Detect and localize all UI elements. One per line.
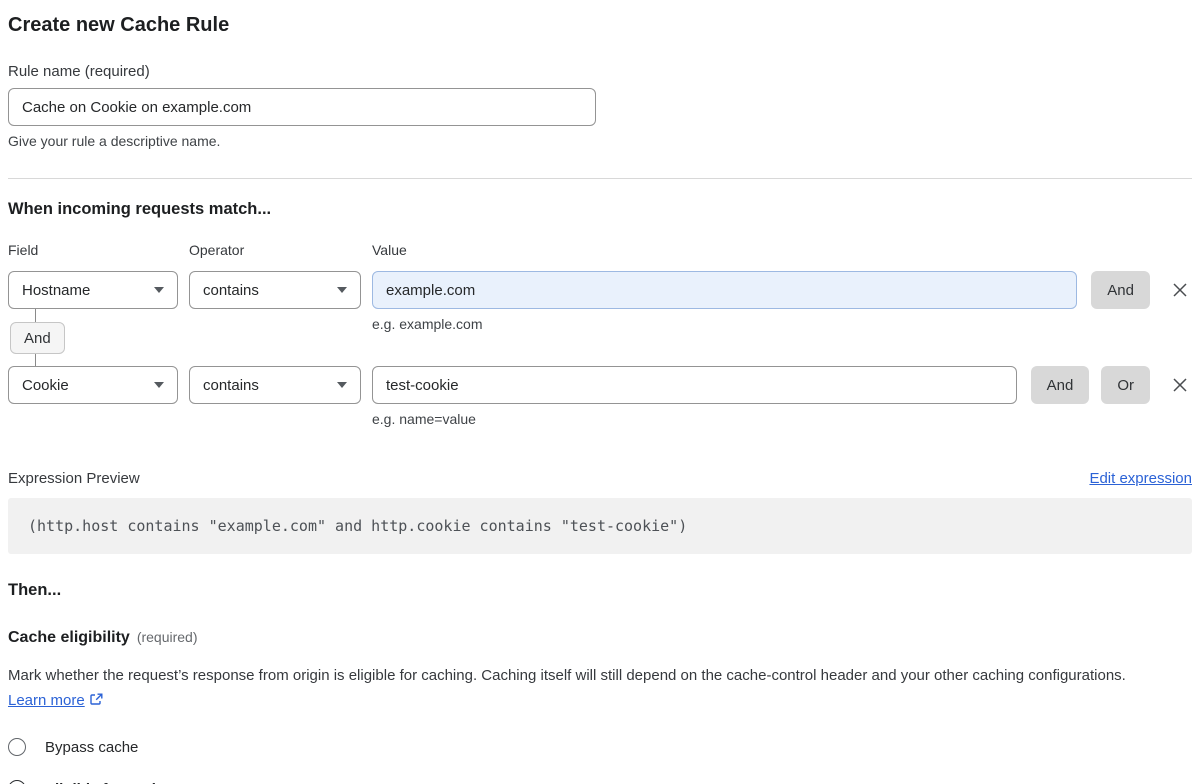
cache-eligibility-description: Mark whether the request’s response from… xyxy=(8,663,1168,713)
add-and-button-1[interactable]: And xyxy=(1091,271,1150,309)
remove-row-2-button[interactable] xyxy=(1168,373,1192,397)
external-link-icon[interactable] xyxy=(89,692,104,707)
add-and-button-2[interactable]: And xyxy=(1031,366,1090,404)
description-text: Mark whether the request’s response from… xyxy=(8,667,1126,684)
expression-preview-label: Expression Preview xyxy=(8,470,140,487)
cache-eligibility-heading: Cache eligibility (required) xyxy=(8,629,1192,647)
connector-line xyxy=(35,354,36,366)
radio-label: Eligible for cache xyxy=(45,781,169,784)
expression-preview-header: Expression Preview Edit expression xyxy=(8,470,1192,487)
required-note: (required) xyxy=(137,629,198,645)
chevron-down-icon xyxy=(154,287,164,293)
operator-select-2-value: contains xyxy=(203,377,259,394)
operator-column-label: Operator xyxy=(189,242,372,258)
remove-row-1-button[interactable] xyxy=(1168,278,1192,302)
radio-option-eligible-for-cache[interactable]: Eligible for cache xyxy=(8,780,1192,784)
value-help-1: e.g. example.com xyxy=(372,316,483,332)
field-select-2-value: Cookie xyxy=(22,377,69,394)
radio-label: Bypass cache xyxy=(45,739,138,756)
operator-select-1[interactable]: contains xyxy=(189,271,361,309)
radio-selected-icon[interactable] xyxy=(8,780,26,784)
radio-unselected-icon[interactable] xyxy=(8,738,26,756)
rule-name-input[interactable] xyxy=(8,88,596,126)
value-input-2[interactable] xyxy=(372,366,1017,404)
close-icon xyxy=(1171,376,1189,394)
connector-line xyxy=(35,309,36,322)
radio-option-bypass-cache[interactable]: Bypass cache xyxy=(8,738,1192,756)
value-input-1[interactable] xyxy=(372,271,1077,309)
learn-more-link[interactable]: Learn more xyxy=(8,692,85,709)
chevron-down-icon xyxy=(337,382,347,388)
match-row-1: Hostname contains And xyxy=(8,271,1192,309)
match-row-2: Cookie contains And Or xyxy=(8,366,1192,404)
then-heading: Then... xyxy=(8,581,1192,600)
edit-expression-link[interactable]: Edit expression xyxy=(1089,470,1192,487)
close-icon xyxy=(1171,281,1189,299)
chevron-down-icon xyxy=(154,382,164,388)
rule-name-help: Give your rule a descriptive name. xyxy=(8,133,1192,149)
field-select-1[interactable]: Hostname xyxy=(8,271,178,309)
add-or-button-2[interactable]: Or xyxy=(1101,366,1150,404)
chevron-down-icon xyxy=(337,287,347,293)
operator-select-1-value: contains xyxy=(203,282,259,299)
field-select-1-value: Hostname xyxy=(22,282,90,299)
value-column-label: Value xyxy=(372,242,407,258)
field-column-label: Field xyxy=(8,242,189,258)
row-connector-area: And e.g. example.com xyxy=(8,309,1192,366)
match-heading: When incoming requests match... xyxy=(8,200,1192,219)
rule-name-label: Rule name (required) xyxy=(8,63,1192,80)
section-divider xyxy=(8,178,1192,179)
field-select-2[interactable]: Cookie xyxy=(8,366,178,404)
page-title: Create new Cache Rule xyxy=(8,14,1192,37)
match-column-labels: Field Operator Value xyxy=(8,242,1192,258)
cache-eligibility-title: Cache eligibility xyxy=(8,629,130,646)
expression-preview-code: (http.host contains "example.com" and ht… xyxy=(8,498,1192,554)
operator-select-2[interactable]: contains xyxy=(189,366,361,404)
value-help-2: e.g. name=value xyxy=(372,411,1192,427)
and-connector-button[interactable]: And xyxy=(10,322,65,354)
